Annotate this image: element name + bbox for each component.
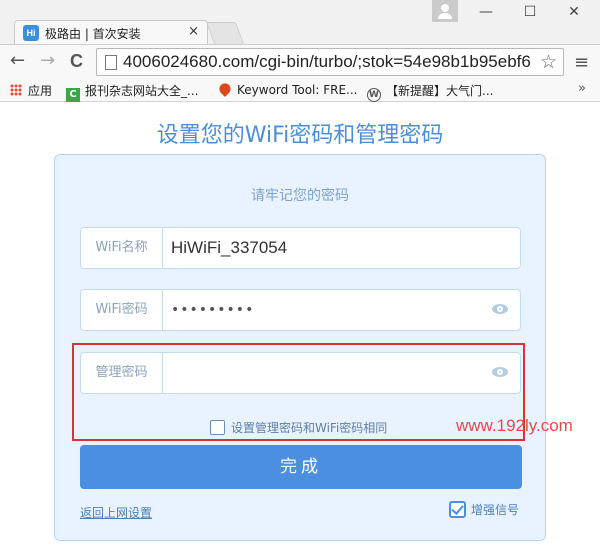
boost-signal-label: 增强信号 bbox=[471, 503, 520, 517]
wifi-password-field[interactable]: WiFi密码 ••••••••• bbox=[80, 289, 521, 331]
address-bar[interactable]: 4006024680.com/cgi-bin/turbo/;stok=54e98… bbox=[96, 48, 564, 76]
maximize-button[interactable]: ☐ bbox=[508, 2, 552, 22]
show-password-eye-icon[interactable] bbox=[492, 304, 508, 314]
site-watermark: www.192ly.com bbox=[456, 416, 573, 435]
bookmark-apps[interactable]: 应用 bbox=[10, 82, 52, 99]
setup-page: 设置您的WiFi密码和管理密码 请牢记您的密码 WiFi名称 HiWiFi_33… bbox=[0, 103, 600, 546]
browser-titlebar: Hi 极路由 | 首次安装 × — ☐ ✕ bbox=[0, 0, 600, 44]
wordpress-icon: W bbox=[367, 88, 381, 102]
finish-button[interactable]: 完成 bbox=[80, 445, 522, 489]
wifi-name-input[interactable]: HiWiFi_337054 bbox=[171, 228, 287, 268]
wifi-password-input[interactable]: ••••••••• bbox=[171, 290, 254, 330]
bookmark-label: 应用 bbox=[28, 84, 53, 98]
flame-icon bbox=[217, 81, 233, 97]
back-arrow-icon[interactable]: ← bbox=[10, 51, 25, 71]
password-card: 请牢记您的密码 WiFi名称 HiWiFi_337054 WiFi密码 ••••… bbox=[54, 154, 546, 541]
bookmark-reminder[interactable]: W 【新提醒】大气门... bbox=[367, 82, 493, 102]
bookmark-magazines[interactable]: C 报刊杂志网站大全_... bbox=[66, 82, 198, 102]
field-label: WiFi名称 bbox=[81, 228, 163, 268]
forward-arrow-icon[interactable]: → bbox=[40, 51, 55, 71]
menu-icon[interactable]: ≡ bbox=[574, 52, 589, 73]
same-password-option[interactable]: 设置管理密码和WiFi密码相同 bbox=[210, 419, 387, 436]
back-to-network-settings-link[interactable]: 返回上网设置 bbox=[80, 504, 152, 521]
hiwifi-logo-icon: Hi bbox=[23, 25, 39, 41]
apps-grid-icon bbox=[10, 84, 22, 96]
browser-toolbar: ← → C 4006024680.com/cgi-bin/turbo/;stok… bbox=[0, 44, 600, 78]
bookmarks-overflow-icon[interactable]: » bbox=[578, 81, 586, 96]
user-profile-icon[interactable] bbox=[432, 0, 458, 22]
wifi-name-field[interactable]: WiFi名称 HiWiFi_337054 bbox=[80, 227, 521, 269]
same-password-label: 设置管理密码和WiFi密码相同 bbox=[231, 421, 388, 435]
boost-signal-checkbox-icon[interactable] bbox=[449, 501, 466, 518]
browser-tab[interactable]: Hi 极路由 | 首次安装 × bbox=[14, 20, 208, 44]
url-text[interactable]: 4006024680.com/cgi-bin/turbo/;stok=54e98… bbox=[123, 52, 531, 72]
card-subtitle: 请牢记您的密码 bbox=[251, 188, 349, 204]
tab-close-icon[interactable]: × bbox=[188, 24, 199, 39]
bookmark-label: 报刊杂志网站大全_... bbox=[85, 84, 199, 98]
bookmark-label: 【新提醒】大气门... bbox=[386, 84, 494, 98]
green-c-icon: C bbox=[66, 88, 80, 102]
same-password-checkbox[interactable] bbox=[210, 420, 225, 435]
user-body bbox=[438, 13, 452, 19]
close-window-button[interactable]: ✕ bbox=[552, 2, 596, 22]
bookmark-label: Keyword Tool: FRE... bbox=[237, 83, 358, 97]
user-head bbox=[441, 4, 449, 12]
new-tab-button[interactable] bbox=[205, 22, 245, 44]
bookmark-star-icon[interactable]: ☆ bbox=[536, 51, 557, 73]
page-title: 设置您的WiFi密码和管理密码 bbox=[156, 123, 444, 148]
bookmark-keyword-tool[interactable]: Keyword Tool: FRE... bbox=[217, 81, 358, 97]
bookmarks-bar: 应用 C 报刊杂志网站大全_... Keyword Tool: FRE... W 【… bbox=[0, 78, 600, 102]
tab-title: 极路由 | 首次安装 bbox=[45, 27, 141, 41]
boost-signal-option[interactable]: 增强信号 bbox=[449, 501, 519, 518]
reload-icon[interactable]: C bbox=[70, 51, 83, 71]
field-label: WiFi密码 bbox=[81, 290, 163, 330]
minimize-button[interactable]: — bbox=[464, 2, 508, 22]
page-icon bbox=[105, 55, 117, 70]
